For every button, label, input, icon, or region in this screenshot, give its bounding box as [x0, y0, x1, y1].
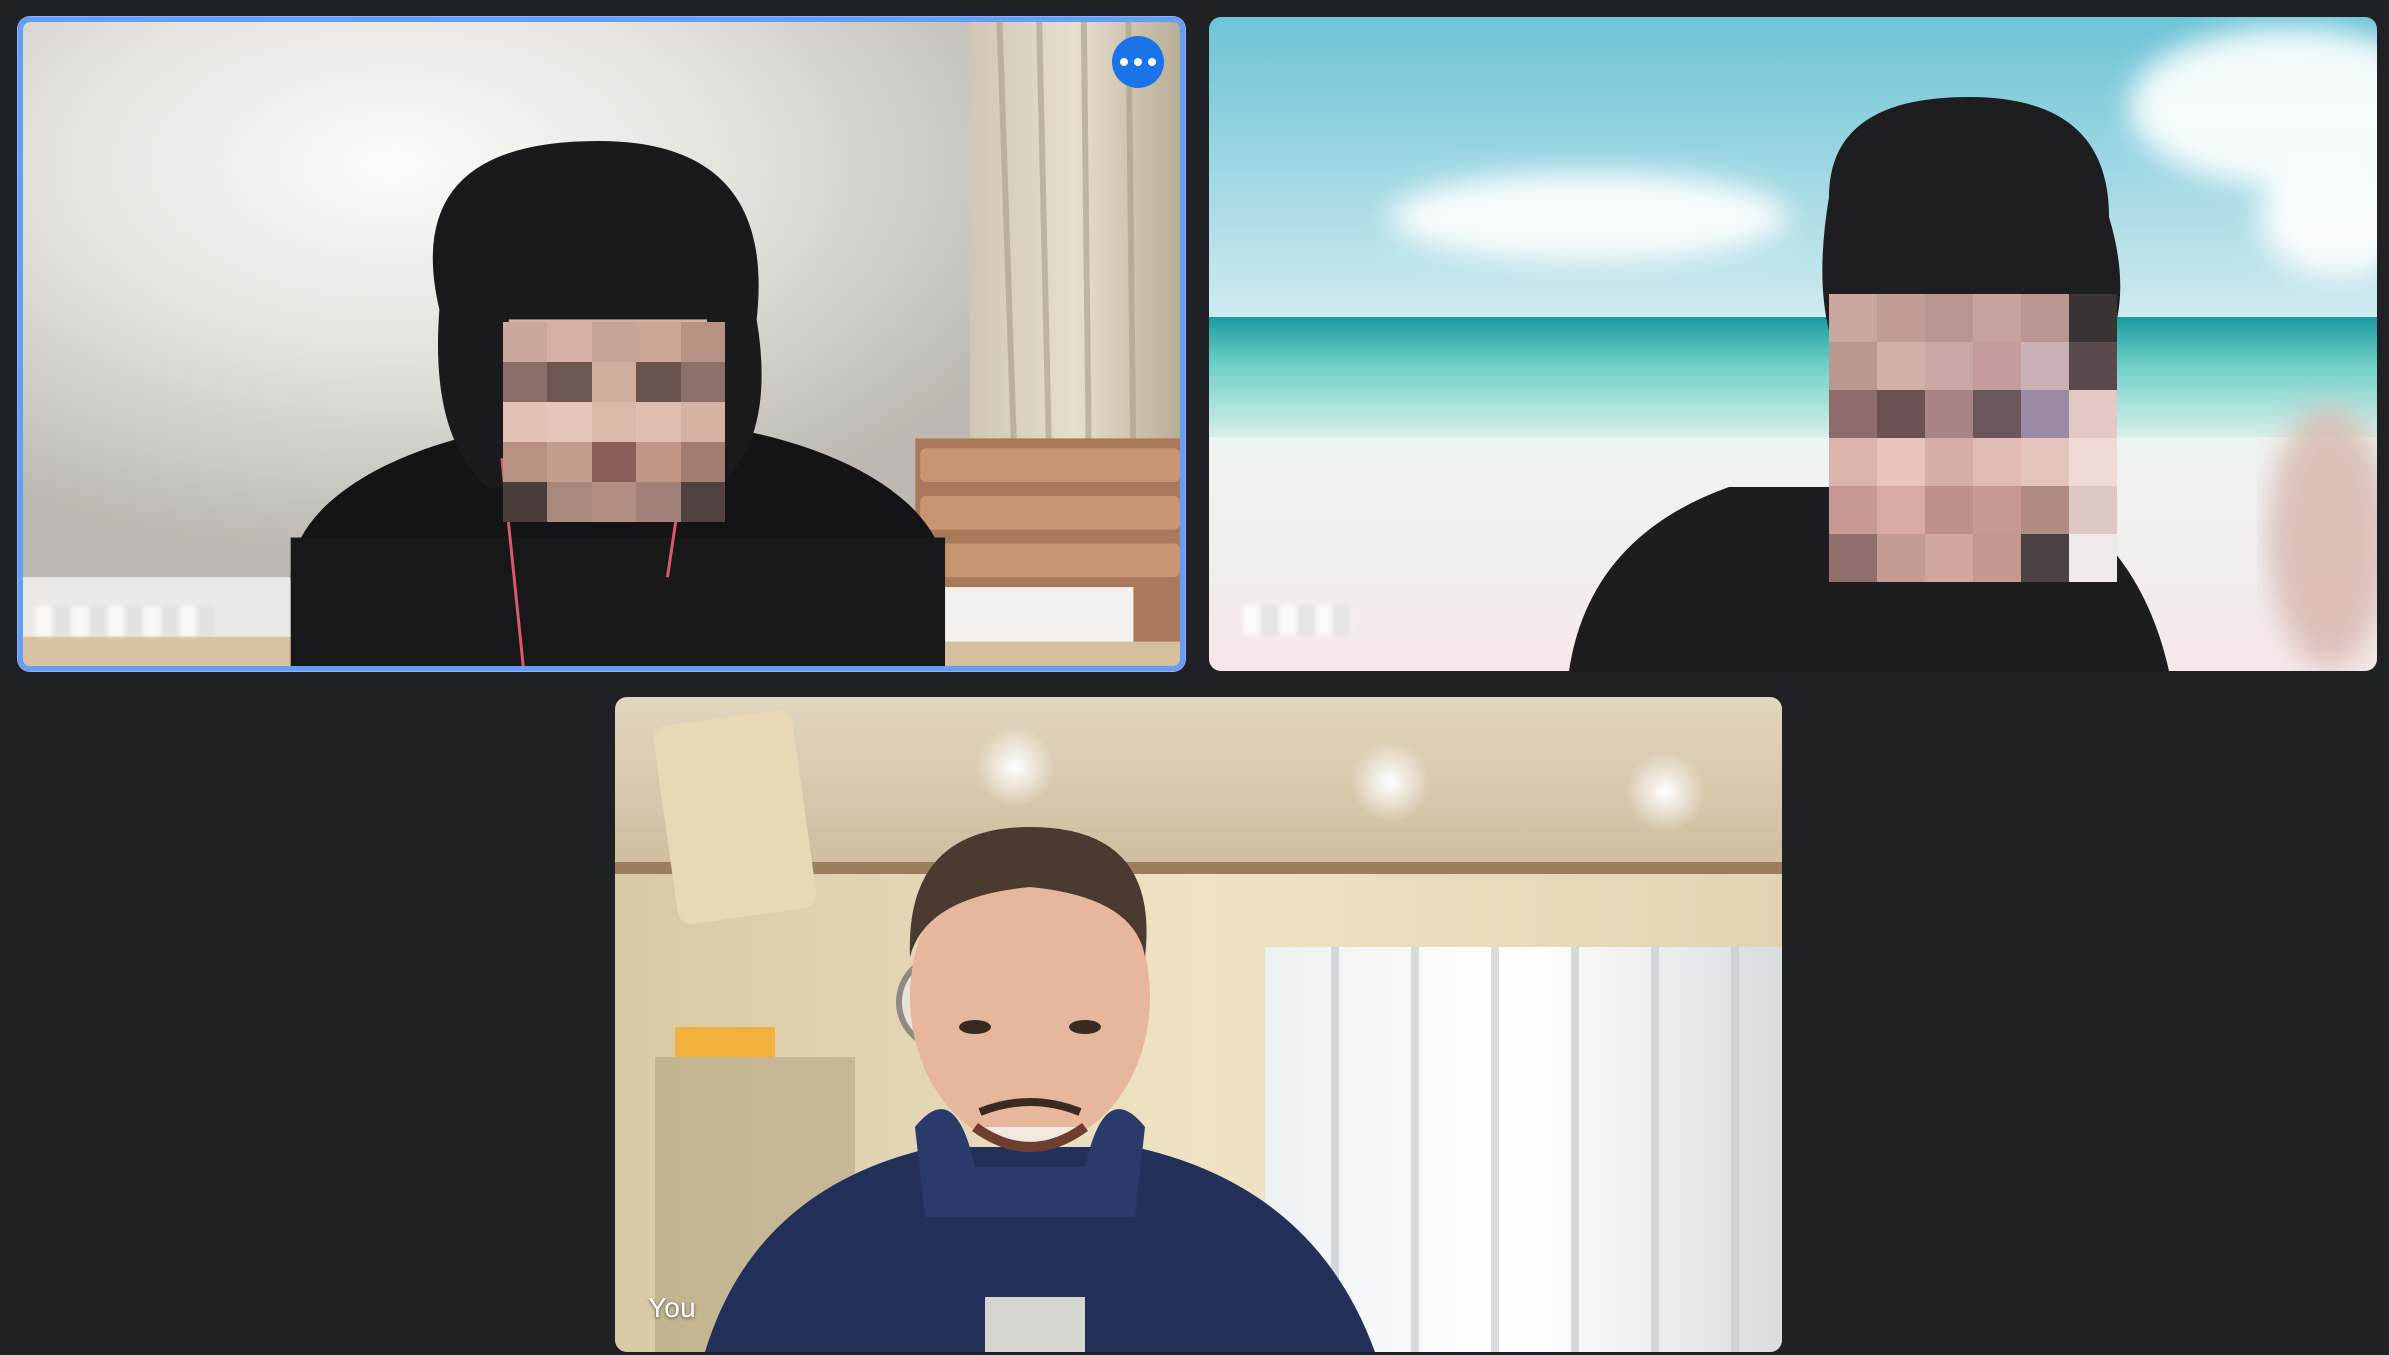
self-video [615, 697, 1782, 1352]
more-horiz-icon-dot [1134, 58, 1142, 66]
self-view-tile[interactable]: You [615, 697, 1782, 1352]
participant-2-video [1209, 17, 2377, 671]
participant-tile-1[interactable] [18, 17, 1185, 671]
participant-name-redacted [35, 606, 215, 636]
blurred-face [503, 322, 725, 522]
more-horiz-icon-dot [1148, 58, 1156, 66]
participant-tile-2[interactable] [1209, 17, 2377, 671]
self-name-label: You [648, 1292, 696, 1323]
meeting-grid: You [0, 0, 2389, 1355]
more-horiz-icon [1120, 58, 1128, 66]
more-options-button[interactable] [1112, 36, 1164, 88]
participant-name-redacted [1243, 605, 1353, 635]
blurred-face [1829, 294, 2117, 582]
